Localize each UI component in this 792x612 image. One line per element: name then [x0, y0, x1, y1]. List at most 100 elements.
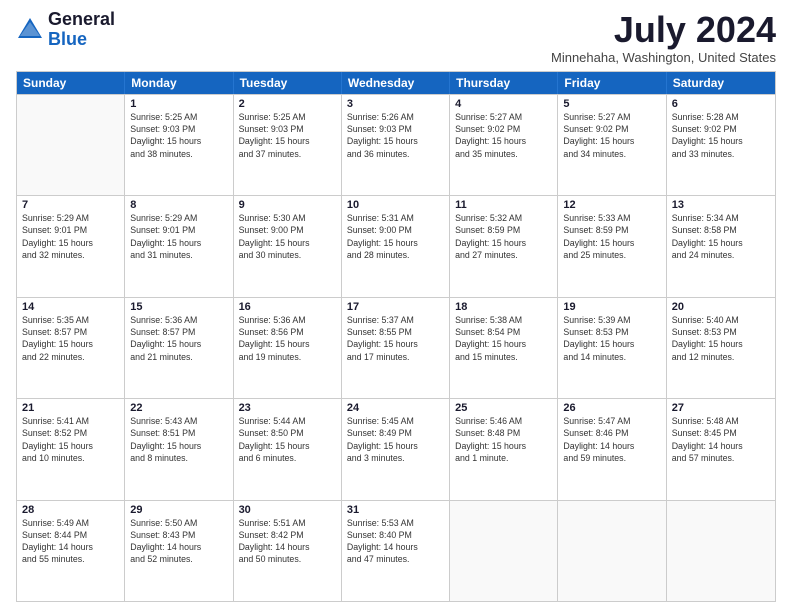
day-number: 13 — [672, 199, 770, 211]
calendar-cell: 22Sunrise: 5:43 AM Sunset: 8:51 PM Dayli… — [125, 399, 233, 499]
day-number: 16 — [239, 301, 336, 313]
day-number: 28 — [22, 504, 119, 516]
calendar-cell: 20Sunrise: 5:40 AM Sunset: 8:53 PM Dayli… — [667, 298, 775, 398]
day-number: 29 — [130, 504, 227, 516]
day-number: 4 — [455, 98, 552, 110]
day-info: Sunrise: 5:46 AM Sunset: 8:48 PM Dayligh… — [455, 415, 552, 464]
day-number: 3 — [347, 98, 444, 110]
day-number: 24 — [347, 402, 444, 414]
calendar-cell: 23Sunrise: 5:44 AM Sunset: 8:50 PM Dayli… — [234, 399, 342, 499]
day-info: Sunrise: 5:36 AM Sunset: 8:57 PM Dayligh… — [130, 314, 227, 363]
day-number: 22 — [130, 402, 227, 414]
location-title: Minnehaha, Washington, United States — [551, 50, 776, 65]
calendar-cell: 15Sunrise: 5:36 AM Sunset: 8:57 PM Dayli… — [125, 298, 233, 398]
calendar-cell: 1Sunrise: 5:25 AM Sunset: 9:03 PM Daylig… — [125, 95, 233, 195]
day-info: Sunrise: 5:27 AM Sunset: 9:02 PM Dayligh… — [455, 111, 552, 160]
day-info: Sunrise: 5:27 AM Sunset: 9:02 PM Dayligh… — [563, 111, 660, 160]
calendar-cell: 13Sunrise: 5:34 AM Sunset: 8:58 PM Dayli… — [667, 196, 775, 296]
day-of-week-header: Monday — [125, 72, 233, 94]
day-of-week-header: Sunday — [17, 72, 125, 94]
calendar-cell: 30Sunrise: 5:51 AM Sunset: 8:42 PM Dayli… — [234, 501, 342, 601]
calendar-cell: 3Sunrise: 5:26 AM Sunset: 9:03 PM Daylig… — [342, 95, 450, 195]
day-number: 17 — [347, 301, 444, 313]
calendar-cell: 19Sunrise: 5:39 AM Sunset: 8:53 PM Dayli… — [558, 298, 666, 398]
calendar-cell: 18Sunrise: 5:38 AM Sunset: 8:54 PM Dayli… — [450, 298, 558, 398]
day-number: 15 — [130, 301, 227, 313]
calendar-week: 1Sunrise: 5:25 AM Sunset: 9:03 PM Daylig… — [17, 94, 775, 195]
title-block: July 2024 Minnehaha, Washington, United … — [551, 10, 776, 65]
calendar-cell: 25Sunrise: 5:46 AM Sunset: 8:48 PM Dayli… — [450, 399, 558, 499]
day-info: Sunrise: 5:29 AM Sunset: 9:01 PM Dayligh… — [22, 212, 119, 261]
calendar-cell: 12Sunrise: 5:33 AM Sunset: 8:59 PM Dayli… — [558, 196, 666, 296]
day-number: 12 — [563, 199, 660, 211]
day-info: Sunrise: 5:49 AM Sunset: 8:44 PM Dayligh… — [22, 517, 119, 566]
day-info: Sunrise: 5:28 AM Sunset: 9:02 PM Dayligh… — [672, 111, 770, 160]
day-info: Sunrise: 5:26 AM Sunset: 9:03 PM Dayligh… — [347, 111, 444, 160]
day-of-week-header: Thursday — [450, 72, 558, 94]
calendar-cell: 10Sunrise: 5:31 AM Sunset: 9:00 PM Dayli… — [342, 196, 450, 296]
calendar-week: 7Sunrise: 5:29 AM Sunset: 9:01 PM Daylig… — [17, 195, 775, 296]
calendar-cell: 14Sunrise: 5:35 AM Sunset: 8:57 PM Dayli… — [17, 298, 125, 398]
page: General Blue July 2024 Minnehaha, Washin… — [0, 0, 792, 612]
day-number: 31 — [347, 504, 444, 516]
day-info: Sunrise: 5:44 AM Sunset: 8:50 PM Dayligh… — [239, 415, 336, 464]
day-info: Sunrise: 5:48 AM Sunset: 8:45 PM Dayligh… — [672, 415, 770, 464]
calendar-week: 14Sunrise: 5:35 AM Sunset: 8:57 PM Dayli… — [17, 297, 775, 398]
day-info: Sunrise: 5:45 AM Sunset: 8:49 PM Dayligh… — [347, 415, 444, 464]
calendar-cell: 5Sunrise: 5:27 AM Sunset: 9:02 PM Daylig… — [558, 95, 666, 195]
logo: General Blue — [16, 10, 115, 50]
day-info: Sunrise: 5:25 AM Sunset: 9:03 PM Dayligh… — [130, 111, 227, 160]
day-info: Sunrise: 5:43 AM Sunset: 8:51 PM Dayligh… — [130, 415, 227, 464]
day-number: 10 — [347, 199, 444, 211]
day-number: 18 — [455, 301, 552, 313]
day-number: 11 — [455, 199, 552, 211]
day-of-week-header: Wednesday — [342, 72, 450, 94]
day-info: Sunrise: 5:51 AM Sunset: 8:42 PM Dayligh… — [239, 517, 336, 566]
day-of-week-header: Saturday — [667, 72, 775, 94]
calendar-cell: 17Sunrise: 5:37 AM Sunset: 8:55 PM Dayli… — [342, 298, 450, 398]
day-number: 9 — [239, 199, 336, 211]
day-number: 7 — [22, 199, 119, 211]
calendar-cell: 6Sunrise: 5:28 AM Sunset: 9:02 PM Daylig… — [667, 95, 775, 195]
day-info: Sunrise: 5:50 AM Sunset: 8:43 PM Dayligh… — [130, 517, 227, 566]
day-number: 2 — [239, 98, 336, 110]
calendar-cell: 2Sunrise: 5:25 AM Sunset: 9:03 PM Daylig… — [234, 95, 342, 195]
calendar-cell: 28Sunrise: 5:49 AM Sunset: 8:44 PM Dayli… — [17, 501, 125, 601]
calendar-week: 21Sunrise: 5:41 AM Sunset: 8:52 PM Dayli… — [17, 398, 775, 499]
day-number: 1 — [130, 98, 227, 110]
day-of-week-header: Friday — [558, 72, 666, 94]
day-of-week-header: Tuesday — [234, 72, 342, 94]
day-info: Sunrise: 5:41 AM Sunset: 8:52 PM Dayligh… — [22, 415, 119, 464]
calendar-cell — [667, 501, 775, 601]
calendar-cell — [450, 501, 558, 601]
day-number: 5 — [563, 98, 660, 110]
calendar-cell: 27Sunrise: 5:48 AM Sunset: 8:45 PM Dayli… — [667, 399, 775, 499]
day-info: Sunrise: 5:38 AM Sunset: 8:54 PM Dayligh… — [455, 314, 552, 363]
day-number: 21 — [22, 402, 119, 414]
day-info: Sunrise: 5:47 AM Sunset: 8:46 PM Dayligh… — [563, 415, 660, 464]
logo-icon — [16, 16, 44, 44]
day-number: 26 — [563, 402, 660, 414]
calendar-cell: 9Sunrise: 5:30 AM Sunset: 9:00 PM Daylig… — [234, 196, 342, 296]
month-title: July 2024 — [551, 10, 776, 50]
day-number: 8 — [130, 199, 227, 211]
calendar-cell: 4Sunrise: 5:27 AM Sunset: 9:02 PM Daylig… — [450, 95, 558, 195]
day-number: 27 — [672, 402, 770, 414]
calendar-body: 1Sunrise: 5:25 AM Sunset: 9:03 PM Daylig… — [17, 94, 775, 601]
day-info: Sunrise: 5:40 AM Sunset: 8:53 PM Dayligh… — [672, 314, 770, 363]
day-number: 14 — [22, 301, 119, 313]
logo-text: General Blue — [48, 10, 115, 50]
day-info: Sunrise: 5:29 AM Sunset: 9:01 PM Dayligh… — [130, 212, 227, 261]
day-info: Sunrise: 5:37 AM Sunset: 8:55 PM Dayligh… — [347, 314, 444, 363]
calendar-cell — [17, 95, 125, 195]
day-info: Sunrise: 5:53 AM Sunset: 8:40 PM Dayligh… — [347, 517, 444, 566]
calendar-cell: 21Sunrise: 5:41 AM Sunset: 8:52 PM Dayli… — [17, 399, 125, 499]
calendar-header: SundayMondayTuesdayWednesdayThursdayFrid… — [17, 72, 775, 94]
calendar-cell: 11Sunrise: 5:32 AM Sunset: 8:59 PM Dayli… — [450, 196, 558, 296]
day-info: Sunrise: 5:34 AM Sunset: 8:58 PM Dayligh… — [672, 212, 770, 261]
calendar-cell: 8Sunrise: 5:29 AM Sunset: 9:01 PM Daylig… — [125, 196, 233, 296]
day-number: 30 — [239, 504, 336, 516]
day-number: 23 — [239, 402, 336, 414]
day-info: Sunrise: 5:32 AM Sunset: 8:59 PM Dayligh… — [455, 212, 552, 261]
calendar-cell — [558, 501, 666, 601]
